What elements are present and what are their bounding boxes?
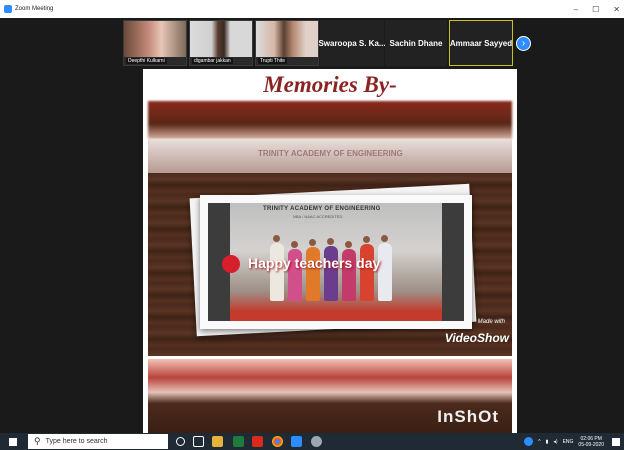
app-icon[interactable] <box>311 436 322 447</box>
notification-icon[interactable] <box>612 437 620 446</box>
person-head <box>327 238 334 245</box>
search-icon: ⚲ <box>34 436 41 446</box>
person-head <box>273 235 280 242</box>
video-title: Memories By- <box>263 72 397 97</box>
participant-name: Swaroopa S. Ka... <box>318 38 386 48</box>
window-title: Zoom Meeting <box>15 6 54 12</box>
minimize-button[interactable]: – <box>574 5 578 14</box>
acrobat-icon[interactable] <box>252 436 263 447</box>
participant-tile[interactable]: Trupti Thite <box>255 20 319 66</box>
person-head <box>309 239 316 246</box>
person-head <box>291 241 298 248</box>
chevron-up-icon[interactable]: ^ <box>538 439 540 445</box>
college-sign-sub: NBA / NAAC ACCREDITED <box>293 214 343 219</box>
person <box>270 243 284 301</box>
zoom-taskbar-icon[interactable] <box>291 436 302 447</box>
participant-tile[interactable]: Deepthi Kulkarni <box>123 20 187 66</box>
person-head <box>363 236 370 243</box>
participant-video <box>256 21 318 57</box>
blurred-sign-text: TRINITY ACADEMY OF ENGINEERING <box>258 149 403 158</box>
college-sign: TRINITY ACADEMY OF ENGINEERING <box>263 206 381 212</box>
person-head <box>345 241 352 248</box>
caption-text: Happy teachers day <box>248 255 381 271</box>
person <box>360 244 374 301</box>
participant-video <box>124 21 186 57</box>
speaker-icon[interactable]: ◂) <box>553 439 557 445</box>
cortana-icon[interactable] <box>176 437 185 446</box>
battery-icon[interactable]: ▮ <box>546 439 549 445</box>
participant-name: Ammaar Sayyed <box>449 38 513 48</box>
participant-name: digambar jakkan <box>192 58 233 64</box>
person <box>378 243 392 301</box>
window-titlebar: Zoom Meeting – ☐ ✕ <box>0 0 624 18</box>
maximize-button[interactable]: ☐ <box>592 5 599 14</box>
clock-time: 02:06 PM <box>580 435 602 442</box>
chrome-icon[interactable] <box>272 436 283 447</box>
blurred-sign: TRINITY ACADEMY OF ENGINEERING <box>148 139 512 173</box>
participant-video <box>190 21 252 57</box>
participant-tile[interactable]: Swaroopa S. Ka... <box>318 20 386 66</box>
clock[interactable]: 02:06 PM 05-09-2020 <box>578 436 604 448</box>
photo-edge-right <box>442 203 464 321</box>
chevron-right-icon: › <box>521 38 526 49</box>
search-box[interactable]: ⚲ Type here to search <box>28 434 168 449</box>
person-head <box>381 235 388 242</box>
participant-name: Trupti Thite <box>258 58 288 64</box>
taskbar: ⚲ Type here to search ^ ▮ ◂) ENG 02:06 P… <box>0 433 624 450</box>
watermark-videoshow: VideoShow <box>444 331 509 345</box>
participant-name: Deepthi Kulkarni <box>126 58 167 64</box>
participant-name: Sachin Dhane <box>389 38 443 48</box>
participant-tile-active[interactable]: Ammaar Sayyed <box>449 20 513 66</box>
shared-screen: Memories By- TRINITY ACADEMY OF ENGINEER… <box>0 69 624 433</box>
help-icon[interactable] <box>524 437 534 446</box>
watermark-inshot: InShOt <box>437 407 499 426</box>
excel-icon[interactable] <box>233 436 244 447</box>
next-page-button[interactable]: › <box>516 36 531 51</box>
language-indicator[interactable]: ENG <box>563 439 574 445</box>
system-tray: ^ ▮ ◂) ENG 02:06 PM 05-09-2020 <box>524 433 620 450</box>
windows-icon <box>9 437 17 446</box>
clock-date: 05-09-2020 <box>578 441 604 448</box>
zoom-icon <box>4 5 12 13</box>
shared-video: Memories By- TRINITY ACADEMY OF ENGINEER… <box>143 69 517 433</box>
start-button[interactable] <box>6 433 20 450</box>
participant-tile[interactable]: Sachin Dhane <box>385 20 447 66</box>
task-view-icon[interactable] <box>193 436 204 447</box>
group-photo: TRINITY ACADEMY OF ENGINEERING NBA / NAA… <box>208 203 464 321</box>
wood-background: TRINITY ACADEMY OF ENGINEERING NBA / NAA… <box>148 173 512 356</box>
search-placeholder: Type here to search <box>45 438 108 445</box>
blurred-banner <box>148 101 512 139</box>
file-explorer-icon[interactable] <box>212 436 223 447</box>
close-button[interactable]: ✕ <box>613 5 620 14</box>
heart-icon <box>222 255 240 273</box>
photo-frame: TRINITY ACADEMY OF ENGINEERING NBA / NAA… <box>200 195 472 329</box>
participant-tile[interactable]: digambar jakkan <box>189 20 253 66</box>
watermark-made-with: Made with <box>477 319 505 325</box>
